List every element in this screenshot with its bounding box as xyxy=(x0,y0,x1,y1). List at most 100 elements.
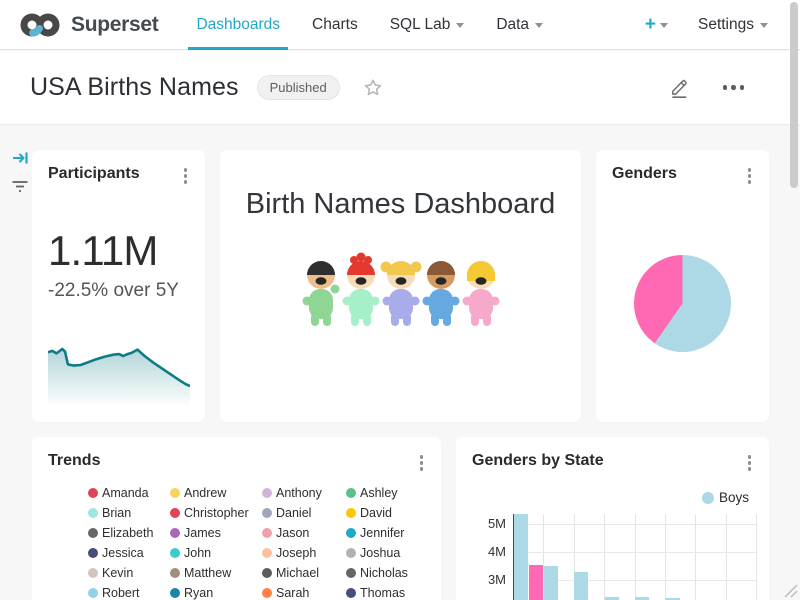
star-icon xyxy=(362,77,384,99)
legend-item-christopher[interactable]: Christopher xyxy=(170,507,262,520)
legend-item-jason[interactable]: Jason xyxy=(262,527,346,540)
legend-swatch xyxy=(346,588,356,598)
nav-menu: Dashboards Charts SQL Lab Data xyxy=(164,0,543,50)
legend-item-amanda[interactable]: Amanda xyxy=(88,487,170,500)
settings-menu[interactable]: Settings xyxy=(698,16,768,34)
more-actions-button[interactable] xyxy=(719,81,749,94)
legend-swatch xyxy=(88,568,98,578)
legend-item-ryan[interactable]: Ryan xyxy=(170,587,262,600)
markdown-header-card: Birth Names Dashboard xyxy=(220,150,581,422)
legend-swatch xyxy=(262,528,272,538)
legend-swatch xyxy=(170,508,180,518)
legend-swatch xyxy=(170,568,180,578)
genders-chart-card: Genders xyxy=(596,150,769,422)
legend-item-kevin[interactable]: Kevin xyxy=(88,567,170,580)
legend-item-james[interactable]: James xyxy=(170,527,262,540)
nav-item-charts[interactable]: Charts xyxy=(312,0,358,50)
legend-label: Jennifer xyxy=(360,526,404,540)
genders-by-state-bar-chart[interactable]: 5M4M3M xyxy=(456,437,769,600)
nav-item-dashboards[interactable]: Dashboards xyxy=(196,0,280,50)
header-actions xyxy=(668,75,771,100)
legend-swatch xyxy=(346,568,356,578)
bar-boys-1 xyxy=(544,566,558,600)
legend-label: Jason xyxy=(276,526,309,540)
expand-filters-button[interactable] xyxy=(12,150,29,166)
genders-pie-chart[interactable] xyxy=(634,255,731,352)
filters-button[interactable] xyxy=(11,179,29,194)
legend-item-robert[interactable]: Robert xyxy=(88,587,170,600)
legend-item-matthew[interactable]: Matthew xyxy=(170,567,262,580)
legend-item-elizabeth[interactable]: Elizabeth xyxy=(88,527,170,540)
legend-swatch xyxy=(262,548,272,558)
trends-legend: Amanda Andrew AnthonyAshley Brian Christophe… xyxy=(88,487,441,600)
chevron-down-icon xyxy=(456,23,464,28)
big-number-value: 1.11M xyxy=(48,227,205,275)
legend-label: Joshua xyxy=(360,546,400,560)
legend-item-ashley[interactable]: Ashley xyxy=(346,487,436,500)
legend-label: Kevin xyxy=(102,566,133,580)
legend-item-joseph[interactable]: Joseph xyxy=(262,547,346,560)
chart-menu-button[interactable] xyxy=(416,452,428,474)
legend-item-michael[interactable]: Michael xyxy=(262,567,346,580)
legend-item-andrew[interactable]: Andrew xyxy=(170,487,262,500)
legend-swatch xyxy=(88,488,98,498)
published-badge[interactable]: Published xyxy=(257,75,340,100)
legend-swatch xyxy=(170,548,180,558)
y-axis-tick-label: 4M xyxy=(462,544,506,559)
legend-swatch xyxy=(346,528,356,538)
dashboard-header: USA Births Names Published xyxy=(0,51,800,125)
resize-handle-icon[interactable] xyxy=(783,583,798,598)
legend-swatch xyxy=(346,548,356,558)
legend-label: James xyxy=(184,526,221,540)
settings-label: Settings xyxy=(698,16,754,34)
participants-trendline-chart[interactable] xyxy=(48,340,190,404)
y-axis-tick-label: 5M xyxy=(462,516,506,531)
new-item-button[interactable]: + xyxy=(645,15,668,34)
legend-item-jessica[interactable]: Jessica xyxy=(88,547,170,560)
legend-item-daniel[interactable]: Daniel xyxy=(262,507,346,520)
nav-item-sql-lab[interactable]: SQL Lab xyxy=(390,0,465,50)
legend-label: David xyxy=(360,506,392,520)
chevron-down-icon xyxy=(760,23,768,28)
infinity-logo-icon xyxy=(18,10,62,40)
legend-item-anthony[interactable]: Anthony xyxy=(262,487,346,500)
nav-item-data[interactable]: Data xyxy=(496,0,543,50)
big-number-subheader: -22.5% over 5Y xyxy=(48,280,205,302)
legend-item-thomas[interactable]: Thomas xyxy=(346,587,436,600)
legend-item-brian[interactable]: Brian xyxy=(88,507,170,520)
superset-logo[interactable]: Superset xyxy=(18,10,158,40)
legend-swatch xyxy=(88,528,98,538)
legend-item-john[interactable]: John xyxy=(170,547,262,560)
chart-title: Trends xyxy=(48,452,100,470)
chevron-down-icon xyxy=(660,23,668,28)
legend-label: Christopher xyxy=(184,506,249,520)
legend-item-jennifer[interactable]: Jennifer xyxy=(346,527,436,540)
legend-swatch xyxy=(170,488,180,498)
legend-item-nicholas[interactable]: Nicholas xyxy=(346,567,436,580)
legend-label: Andrew xyxy=(184,486,226,500)
legend-label: Ryan xyxy=(184,586,213,600)
chart-menu-button[interactable] xyxy=(180,165,192,187)
nav-item-label: Data xyxy=(496,16,529,34)
legend-swatch xyxy=(170,528,180,538)
legend-item-david[interactable]: David xyxy=(346,507,436,520)
legend-label: Amanda xyxy=(102,486,149,500)
favorite-star-button[interactable] xyxy=(362,77,384,99)
trends-chart-card: Trends Amanda Andrew AnthonyAshley Brian Chr… xyxy=(32,437,441,600)
legend-swatch xyxy=(346,488,356,498)
expand-arrow-icon xyxy=(12,150,29,166)
participants-chart-card: Participants 1.11M -22.5% over 5Y xyxy=(32,150,205,422)
pencil-icon xyxy=(668,75,691,100)
legend-swatch xyxy=(346,508,356,518)
legend-swatch xyxy=(262,508,272,518)
ellipsis-icon xyxy=(723,85,728,90)
nav-item-label: Charts xyxy=(312,16,358,34)
legend-label: Daniel xyxy=(276,506,311,520)
legend-label: Brian xyxy=(102,506,131,520)
vertical-scrollbar-thumb[interactable] xyxy=(790,2,798,188)
edit-dashboard-button[interactable] xyxy=(668,75,691,100)
legend-item-sarah[interactable]: Sarah xyxy=(262,587,346,600)
chart-menu-button[interactable] xyxy=(744,165,756,187)
superset-dashboard-page: Superset Dashboards Charts SQL Lab Data + S… xyxy=(0,0,800,600)
legend-item-joshua[interactable]: Joshua xyxy=(346,547,436,560)
